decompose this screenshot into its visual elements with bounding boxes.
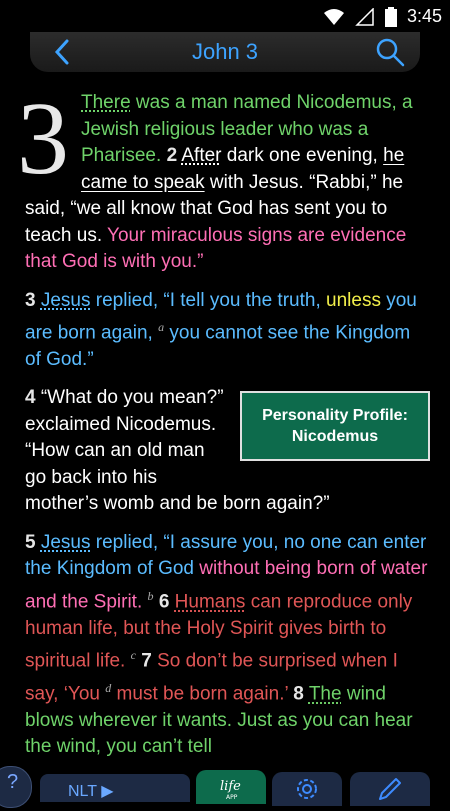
search-icon: [376, 38, 405, 67]
verse-text: dark one evening,: [221, 145, 384, 166]
verse-text: replied, “I tell you the truth,: [90, 289, 327, 311]
paragraph-1: 3 There was a man named Nicodemus, a Jew…: [17, 87, 430, 276]
bottom-toolbar: ? NLT ▶ life APP: [0, 764, 450, 808]
note-link[interactable]: Jesus: [41, 532, 91, 553]
paragraph-3: Personality Profile: Nicodemus 4 “What d…: [25, 385, 430, 518]
note-link[interactable]: Humans: [175, 591, 246, 612]
paragraph-2: 3 Jesus replied, “I tell you the truth, …: [25, 288, 430, 374]
battery-icon: [384, 6, 397, 27]
help-label: ?: [7, 771, 19, 793]
settings-button[interactable]: [272, 772, 342, 806]
pencil-icon: [379, 778, 401, 800]
footnote-marker[interactable]: c: [131, 648, 136, 662]
verse-number: 2: [166, 145, 178, 166]
signal-off-icon: [355, 7, 374, 26]
verse-number: 7: [141, 650, 152, 672]
verse-text: must be born again.’: [111, 683, 289, 705]
search-button[interactable]: [374, 36, 406, 68]
status-icons: 3:45: [323, 6, 442, 27]
chapter-number: 3: [17, 81, 69, 196]
note-link[interactable]: The: [309, 683, 342, 704]
wifi-icon: [323, 8, 344, 25]
note-link[interactable]: There: [81, 92, 131, 113]
verse-number: 4: [25, 387, 36, 409]
verse-number: 3: [25, 289, 36, 311]
version-button[interactable]: NLT ▶: [40, 774, 190, 802]
verse-number: 8: [293, 683, 304, 705]
personality-profile-button[interactable]: Personality Profile: Nicodemus: [240, 391, 430, 462]
svg-text:life: life: [220, 779, 241, 794]
paragraph-4: 5 Jesus replied, “I assure you, no one c…: [25, 530, 430, 761]
verse-text: unless: [326, 289, 381, 311]
bible-text: 3 There was a man named Nicodemus, a Jew…: [17, 87, 430, 773]
verse-number: 6: [158, 591, 170, 613]
life-app-button[interactable]: life APP: [196, 770, 266, 804]
help-button[interactable]: ?: [0, 766, 32, 808]
status-time: 3:45: [406, 6, 442, 26]
verse-number: 5: [25, 531, 36, 553]
top-bar: John 3: [30, 32, 420, 72]
status-bar: 3:45: [0, 0, 450, 32]
note-link[interactable]: Jesus: [41, 290, 91, 311]
edit-button[interactable]: [350, 772, 430, 806]
life-app-logo-icon: life APP: [220, 779, 241, 801]
version-label: NLT ▶: [68, 783, 114, 800]
footnote-marker[interactable]: b: [148, 589, 154, 603]
gear-icon: [297, 779, 317, 799]
page-title[interactable]: John 3: [30, 39, 420, 65]
note-link[interactable]: After: [181, 145, 221, 166]
